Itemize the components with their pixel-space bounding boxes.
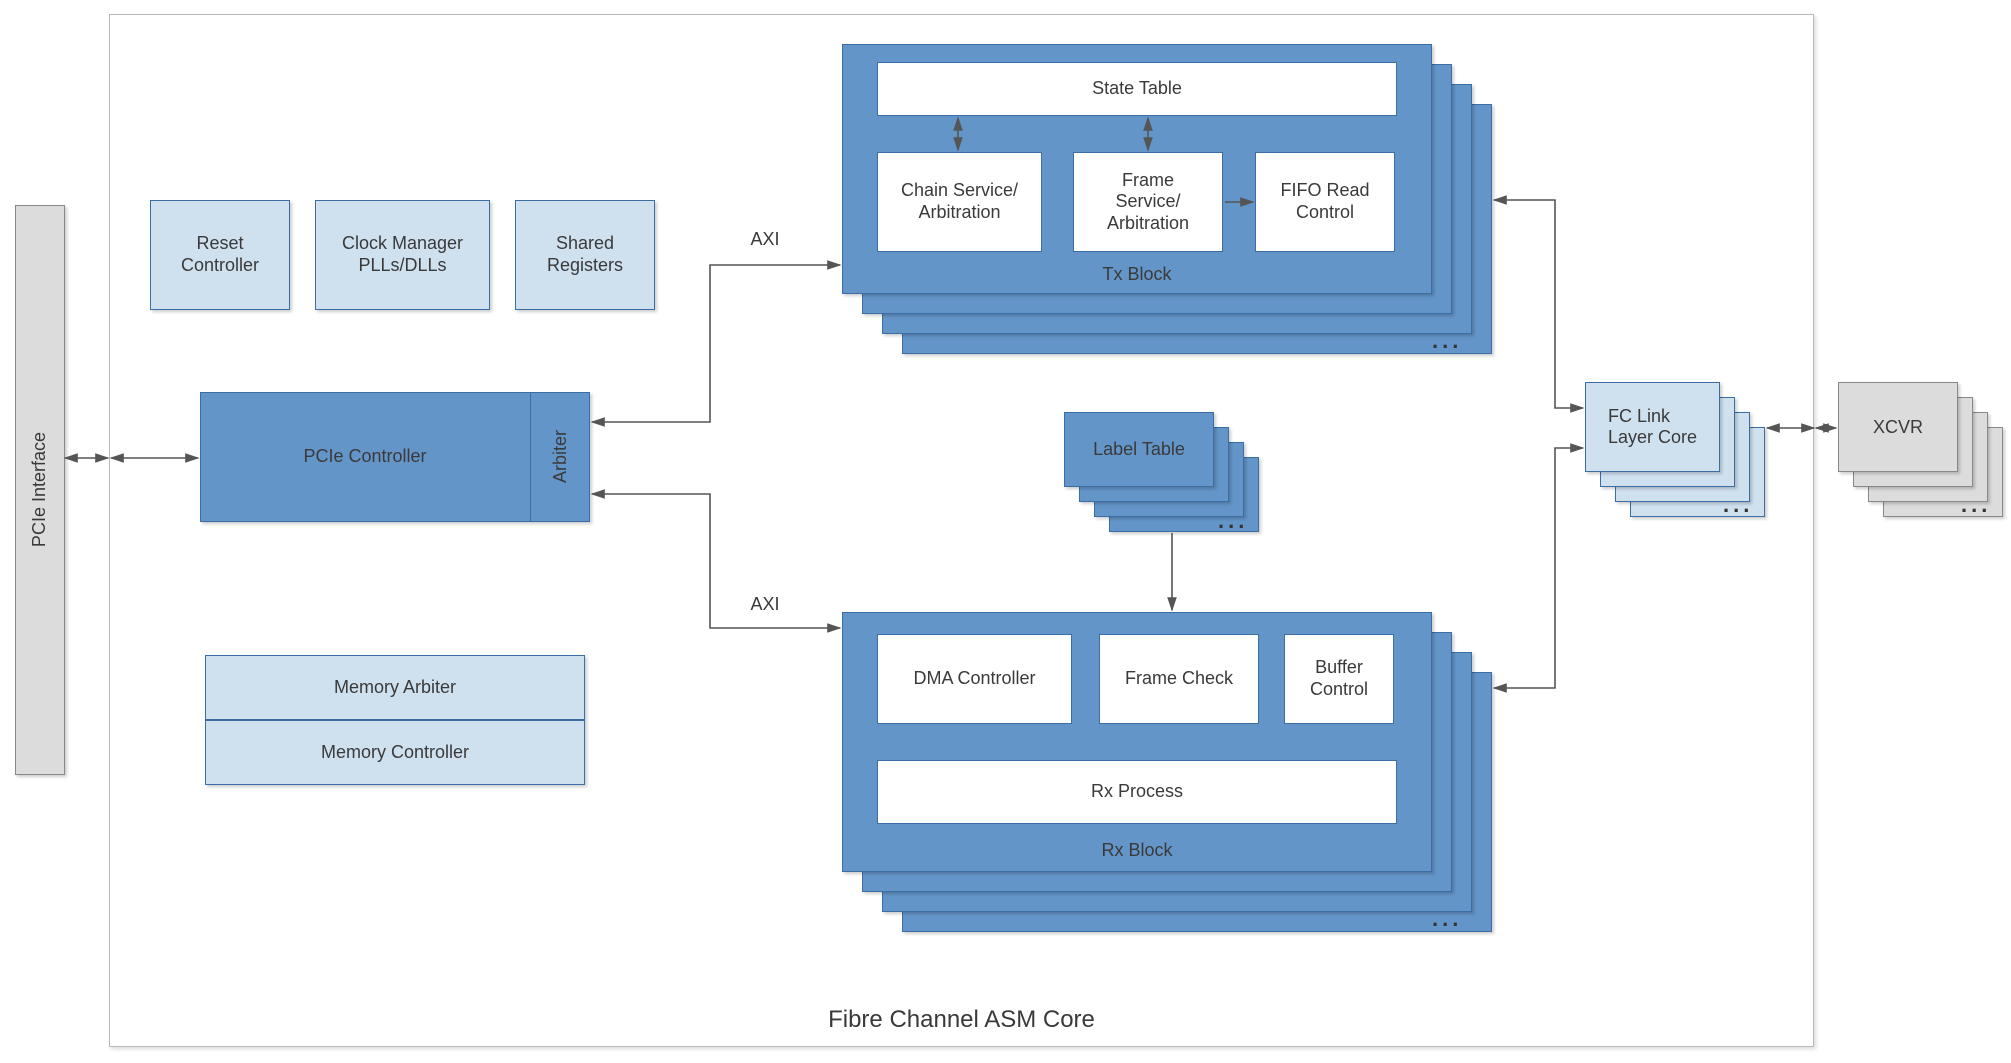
axi-label-rx: AXI <box>740 590 790 620</box>
chain-service-block: Chain Service/ Arbitration <box>877 152 1042 252</box>
xcvr-block: XCVR <box>1838 382 1958 472</box>
frame-check-block: Frame Check <box>1099 634 1259 724</box>
fc-link-block: FC Link Layer Core <box>1585 382 1720 472</box>
memory-controller-block: Memory Controller <box>205 720 585 785</box>
pcie-controller-label: PCIe Controller <box>200 392 530 522</box>
diagram-title: Fibre Channel ASM Core <box>109 1000 1814 1040</box>
ellipsis-icon: ... <box>1723 492 1753 518</box>
pcie-interface-block: PCIe Interface <box>15 205 65 775</box>
dma-controller-block: DMA Controller <box>877 634 1072 724</box>
label-table-block: Label Table <box>1064 412 1214 487</box>
tx-block-label: Tx Block <box>842 258 1432 292</box>
arbiter-block: Arbiter <box>530 392 590 522</box>
fc-link-stack: FC Link Layer Core ... <box>1585 382 1775 532</box>
memory-arbiter-block: Memory Arbiter <box>205 655 585 720</box>
label-table-stack: Label Table ... <box>1064 412 1274 552</box>
state-table-block: State Table <box>877 62 1397 116</box>
arbiter-label: Arbiter <box>550 430 572 483</box>
rx-block-label: Rx Block <box>842 834 1432 868</box>
xcvr-stack: XCVR ... <box>1838 382 2011 532</box>
axi-label-tx: AXI <box>740 225 790 255</box>
fifo-read-block: FIFO Read Control <box>1255 152 1395 252</box>
clock-manager-block: Clock Manager PLLs/DLLs <box>315 200 490 310</box>
ellipsis-icon: ... <box>1432 328 1462 354</box>
reset-controller-block: Reset Controller <box>150 200 290 310</box>
rx-process-block: Rx Process <box>877 760 1397 824</box>
shared-registers-block: Shared Registers <box>515 200 655 310</box>
frame-service-block: Frame Service/ Arbitration <box>1073 152 1223 252</box>
ellipsis-icon: ... <box>1432 906 1462 932</box>
ellipsis-icon: ... <box>1218 508 1248 534</box>
ellipsis-icon: ... <box>1961 492 1991 518</box>
buffer-control-block: Buffer Control <box>1284 634 1394 724</box>
diagram-canvas: Fibre Channel ASM Core PCIe Interface Re… <box>0 0 2011 1063</box>
pcie-interface-label: PCIe Interface <box>29 432 51 547</box>
